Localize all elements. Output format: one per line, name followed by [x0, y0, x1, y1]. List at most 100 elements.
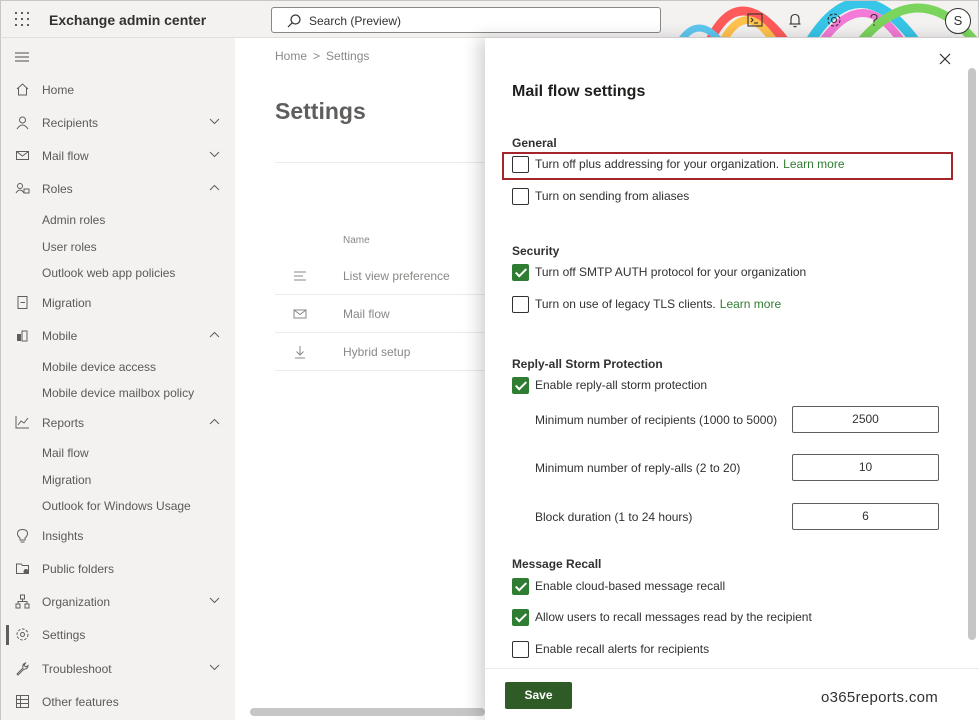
storm-protection-checkbox[interactable]: [512, 377, 529, 394]
legacy-tls-checkbox[interactable]: [512, 296, 529, 313]
nav-sub-mobile-policy[interactable]: Mobile device mailbox policy: [42, 386, 194, 400]
section-message-recall: Message Recall: [512, 557, 602, 571]
home-icon: [16, 83, 29, 96]
save-button[interactable]: Save: [505, 682, 572, 709]
nav-item-troubleshoot[interactable]: Troubleshoot: [1, 654, 236, 684]
nav-label: Public folders: [42, 562, 115, 576]
divider: [275, 162, 485, 163]
block-duration-input[interactable]: 6: [792, 503, 939, 530]
gear-icon[interactable]: [825, 11, 843, 29]
nav-item-reports[interactable]: Reports: [1, 408, 236, 438]
row-label: List view preference: [343, 269, 450, 283]
mail-icon: [293, 309, 307, 319]
nav-label: Settings: [42, 628, 86, 642]
search-input[interactable]: Search (Preview): [271, 7, 661, 33]
gear-icon: [16, 628, 29, 641]
table-row[interactable]: List view preference: [275, 257, 485, 295]
watermark: o365reports.com: [821, 689, 939, 706]
lightbulb-icon: [16, 528, 29, 543]
org-icon: [15, 594, 30, 609]
help-icon[interactable]: [865, 11, 883, 29]
nav-sub-admin-roles[interactable]: Admin roles: [42, 213, 105, 227]
nav-label: Home: [42, 83, 75, 97]
nav-sub-user-roles[interactable]: User roles: [42, 240, 97, 254]
chevron-down-icon: [209, 664, 220, 671]
nav-item-roles[interactable]: Roles: [1, 174, 236, 204]
breadcrumb-settings: Settings: [326, 49, 370, 63]
chevron-up-icon: [209, 184, 220, 191]
search-placeholder: Search (Preview): [309, 14, 402, 28]
nav-item-organization[interactable]: Organization: [1, 587, 236, 617]
chevron-up-icon: [209, 418, 220, 425]
nav-label: Migration: [42, 296, 92, 310]
chevron-up-icon: [209, 331, 220, 338]
recall-alerts-label: Enable recall alerts for recipients: [535, 642, 710, 656]
section-general: General: [512, 136, 557, 150]
nav-sub-report-migration[interactable]: Migration: [42, 473, 91, 487]
roles-icon: [15, 183, 30, 194]
nav-item-public-folders[interactable]: Public folders: [1, 554, 236, 584]
nav-item-mail-flow[interactable]: Mail flow: [1, 141, 236, 171]
wrench-icon: [16, 662, 29, 676]
download-icon: [295, 346, 305, 359]
min-recipients-input[interactable]: 2500: [792, 406, 939, 433]
chevron-down-icon: [209, 151, 220, 158]
nav-item-mobile[interactable]: Mobile: [1, 321, 236, 351]
bell-icon[interactable]: [786, 11, 804, 29]
panel-scrollbar[interactable]: [968, 68, 976, 640]
nav-item-insights[interactable]: Insights: [1, 521, 236, 551]
recall-read-checkbox[interactable]: [512, 609, 529, 626]
min-replyalls-label: Minimum number of reply-alls (2 to 20): [535, 461, 741, 475]
avatar[interactable]: S: [945, 8, 971, 34]
storm-protection-label: Enable reply-all storm protection: [535, 378, 708, 392]
learn-more-link[interactable]: Learn more: [720, 297, 781, 311]
smtp-auth-label: Turn off SMTP AUTH protocol for your org…: [535, 265, 807, 279]
horizontal-scrollbar[interactable]: [250, 708, 485, 716]
nav-item-settings[interactable]: Settings: [1, 620, 236, 650]
nav-item-other-features[interactable]: Other features: [1, 687, 236, 717]
hamburger-icon[interactable]: [15, 52, 29, 62]
nav-label: Recipients: [42, 116, 99, 130]
block-duration-label: Block duration (1 to 24 hours): [535, 510, 693, 524]
close-icon[interactable]: [939, 53, 951, 65]
nav-item-recipients[interactable]: Recipients: [1, 108, 236, 138]
table-row[interactable]: Hybrid setup: [275, 333, 485, 371]
row-label: Mail flow: [343, 307, 390, 321]
column-header-name[interactable]: Name: [343, 235, 370, 246]
search-icon: [287, 14, 301, 28]
table-row[interactable]: Mail flow: [275, 295, 485, 333]
recall-alerts-checkbox[interactable]: [512, 641, 529, 658]
main-content: Home > Settings Settings Name List view pr…: [235, 38, 485, 720]
aliases-checkbox[interactable]: [512, 188, 529, 205]
nav-label: Insights: [42, 529, 84, 543]
active-indicator: [6, 625, 9, 645]
nav-item-home[interactable]: Home: [1, 75, 236, 105]
min-replyalls-input[interactable]: 10: [792, 454, 939, 481]
section-security: Security: [512, 244, 560, 258]
app-title[interactable]: Exchange admin center: [49, 12, 206, 28]
smtp-auth-checkbox[interactable]: [512, 264, 529, 281]
recall-read-label: Allow users to recall messages read by t…: [535, 610, 812, 624]
nav-sub-owa-policies[interactable]: Outlook web app policies: [42, 266, 175, 280]
panel-footer: Save o365reports.com: [485, 668, 979, 720]
nav-sub-report-outlook[interactable]: Outlook for Windows Usage: [42, 499, 191, 513]
terminal-icon[interactable]: [746, 11, 764, 29]
app-launcher-icon[interactable]: [15, 12, 29, 26]
nav-item-migration[interactable]: Migration: [1, 288, 236, 318]
nav-sub-report-mail-flow[interactable]: Mail flow: [42, 446, 89, 460]
nav-sub-mobile-access[interactable]: Mobile device access: [42, 360, 156, 374]
list-icon: [294, 271, 306, 281]
cloud-recall-checkbox[interactable]: [512, 578, 529, 595]
nav-label: Mail flow: [42, 149, 89, 163]
panel-title: Mail flow settings: [512, 83, 646, 100]
grid-icon: [16, 695, 29, 708]
row-label: Hybrid setup: [343, 345, 411, 359]
breadcrumb-home[interactable]: Home: [275, 49, 307, 63]
nav-label: Reports: [42, 416, 85, 430]
section-storm-protection: Reply-all Storm Protection: [512, 357, 663, 371]
nav-label: Organization: [42, 595, 111, 609]
folder-icon: [16, 563, 29, 574]
nav-label: Roles: [42, 182, 73, 196]
chevron-down-icon: [209, 118, 220, 125]
highlight-box: [502, 152, 953, 180]
